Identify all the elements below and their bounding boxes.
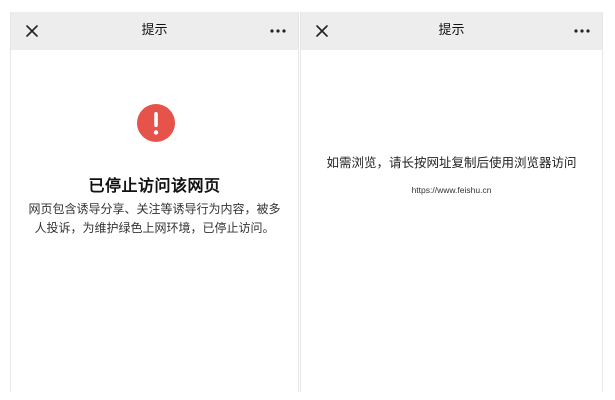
copy-url-panel: 提示 如需浏览，请长按网址复制后使用浏览器访问 https://www.feis… — [300, 12, 603, 392]
blocked-title: 已停止访问该网页 — [88, 176, 221, 195]
more-icon[interactable] — [572, 22, 592, 40]
close-icon[interactable] — [313, 22, 331, 40]
more-icon[interactable] — [268, 22, 288, 40]
blocked-description: 网页包含诱导分享、关注等诱导行为内容，被多人投诉，为维护绿色上网环境，已停止访问… — [28, 202, 281, 235]
page-url[interactable]: https://www.feishu.cn — [301, 185, 602, 195]
close-icon[interactable] — [23, 22, 41, 40]
nav-title: 提示 — [438, 23, 465, 38]
top-navbar: 提示 — [301, 12, 602, 50]
exclamation-icon — [137, 104, 175, 142]
copy-url-hint: 如需浏览，请长按网址复制后使用浏览器访问 — [326, 155, 577, 170]
blocked-page-panel: 提示 已停止访问该网页 网页包含诱导分享、关注等诱导行为内容，被多人投诉，为维护… — [10, 12, 299, 392]
nav-title: 提示 — [141, 23, 168, 38]
top-navbar: 提示 — [11, 12, 298, 50]
